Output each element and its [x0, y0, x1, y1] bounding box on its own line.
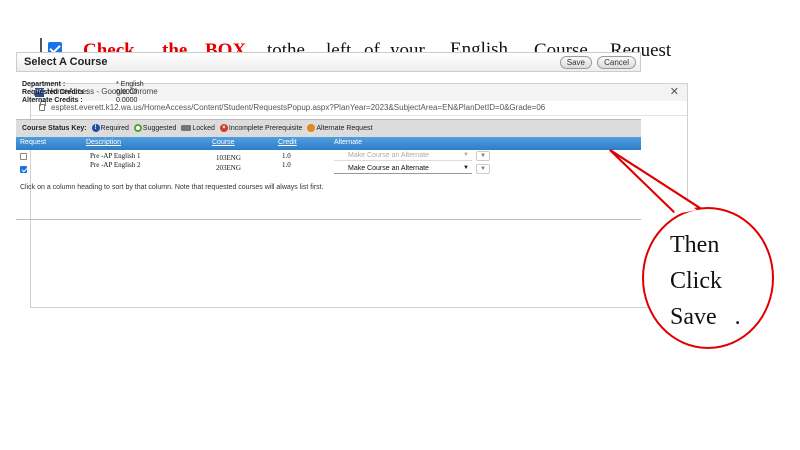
callout-text: Then Click Save .: [670, 232, 741, 330]
callout-pointer-cover: [609, 149, 701, 214]
